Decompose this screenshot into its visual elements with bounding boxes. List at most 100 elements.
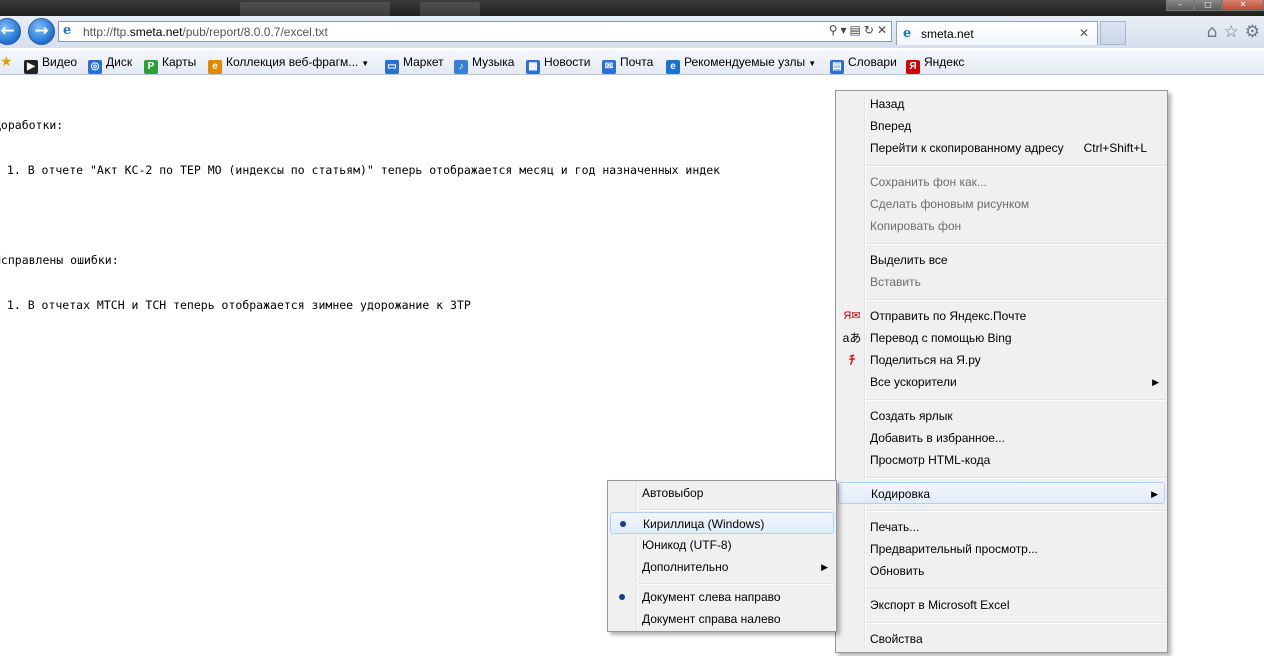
maps-icon: P xyxy=(144,60,158,74)
menu-item-add-to-favorites[interactable]: Добавить в избранное... xyxy=(838,427,1165,449)
menu-item-send-yandex-mail[interactable]: Я✉ Отправить по Яндекс.Почте xyxy=(838,305,1165,327)
menu-item-unicode-utf8[interactable]: Юникод (UTF-8) xyxy=(610,534,834,556)
yandex-mail-icon: Я✉ xyxy=(843,310,861,322)
page-content: Доработки: 1. В отчете "Акт КС-2 по ТЕР … xyxy=(0,88,720,328)
menu-item-print-preview[interactable]: Предварительный просмотр... xyxy=(838,538,1165,560)
menu-item-rtl[interactable]: Документ справа налево xyxy=(610,608,834,630)
market-icon: ▭ xyxy=(385,60,399,74)
fav-item-market[interactable]: ▭ Маркет xyxy=(385,55,444,74)
menu-item-set-background: Сделать фоновым рисунком xyxy=(870,197,1030,211)
favorites-bar: ★ ▶ Видео ◎ Диск P Карты e Коллекция веб-фра… xyxy=(0,50,1264,75)
menu-item-export-excel[interactable]: Экспорт в Microsoft Excel xyxy=(838,594,1165,616)
home-icon[interactable]: ⌂ xyxy=(1207,22,1218,42)
menu-separator xyxy=(866,510,1165,512)
menu-item-properties[interactable]: Свойства xyxy=(838,628,1165,650)
news-icon: ▦ xyxy=(526,60,540,74)
menu-item-all-accelerators[interactable]: Все ускорители ▶ xyxy=(838,371,1165,393)
disk-icon: ◎ xyxy=(88,60,102,74)
menu-item-select-all[interactable]: Выделить все xyxy=(838,249,1165,271)
address-url[interactable]: http://ftp.smeta.net/pub/report/8.0.0.7/… xyxy=(83,25,328,39)
menu-item-ltr[interactable]: Документ слева направо xyxy=(610,586,834,608)
web-slice-icon: e xyxy=(208,60,222,74)
mail-icon: ✉ xyxy=(602,60,616,74)
fav-item-suggested-sites[interactable]: e Рекомендуемые узлы ▼ xyxy=(666,55,816,74)
close-window-button[interactable]: ✕ xyxy=(1222,0,1264,11)
submenu-arrow-icon: ▶ xyxy=(1152,377,1159,387)
shortcut-label: Ctrl+Shift+L xyxy=(1083,141,1147,155)
menu-item-refresh[interactable]: Обновить xyxy=(838,560,1165,582)
ie-tab-icon: e xyxy=(903,26,912,41)
menu-item-copy-background: Копировать фон xyxy=(870,219,962,233)
submenu-arrow-icon: ▶ xyxy=(821,562,828,572)
dropdown-arrow-icon[interactable]: ▼ xyxy=(808,59,816,68)
menu-separator xyxy=(866,399,1165,401)
address-bar[interactable]: e http://ftp.smeta.net/pub/report/8.0.0.… xyxy=(58,21,892,42)
background-window-ghost xyxy=(420,2,480,16)
text-line: Исправлены ошибки: xyxy=(0,253,119,267)
menu-separator xyxy=(638,583,834,585)
menu-item-paste: Вставить xyxy=(870,275,921,289)
menu-item-auto-select[interactable]: Автовыбор xyxy=(610,482,834,504)
menu-separator xyxy=(866,243,1165,245)
back-button[interactable]: ← xyxy=(0,18,21,45)
submenu-arrow-icon: ▶ xyxy=(1151,489,1158,499)
encoding-submenu: Автовыбор Кириллица (Windows) Юникод (UT… xyxy=(607,480,837,632)
dropdown-arrow-icon[interactable]: ▼ xyxy=(361,59,369,68)
menu-separator xyxy=(866,165,1165,167)
fav-item-web-slices[interactable]: e Коллекция веб-фрагм... ▼ xyxy=(208,55,369,74)
menu-item-encoding[interactable]: Кодировка ▶ xyxy=(838,482,1165,504)
text-line: Доработки: xyxy=(0,118,64,132)
menu-item-translate-bing[interactable]: aあ Перевод с помощью Bing xyxy=(838,327,1165,349)
navigation-bar: ← → e http://ftp.smeta.net/pub/report/8.… xyxy=(0,16,1264,48)
menu-separator xyxy=(638,509,834,511)
radio-selected-icon xyxy=(620,521,626,527)
maximize-button[interactable]: □ xyxy=(1194,0,1222,11)
menu-item-cyrillic-windows[interactable]: Кириллица (Windows) xyxy=(610,512,834,534)
search-icon[interactable]: ⚲ xyxy=(829,23,838,37)
text-line: 1. В отчете "Акт КС-2 по ТЕР МО (индексы… xyxy=(0,163,721,177)
fav-item-disk[interactable]: ◎ Диск xyxy=(88,55,132,74)
menu-item-forward[interactable]: Вперед xyxy=(838,115,1165,137)
context-menu: Назад Вперед Перейти к скопированному ад… xyxy=(835,90,1168,653)
stop-icon[interactable]: ✕ xyxy=(877,23,887,37)
close-tab-icon[interactable]: ✕ xyxy=(1079,26,1089,40)
tab-smeta[interactable]: e smeta.net ✕ xyxy=(896,21,1098,45)
window-controls: – □ ✕ xyxy=(1166,0,1264,11)
text-line: 1. В отчетах МТСН и ТСН теперь отображае… xyxy=(0,298,471,312)
fav-item-mail[interactable]: ✉ Почта xyxy=(602,55,653,74)
radio-selected-icon xyxy=(619,594,625,600)
refresh-icon[interactable]: ↻ xyxy=(864,23,874,37)
fav-item-news[interactable]: ▦ Новости xyxy=(526,55,590,74)
menu-item-view-source[interactable]: Просмотр HTML-кода xyxy=(838,449,1165,471)
fav-item-music[interactable]: ♪ Музыка xyxy=(454,55,514,74)
video-play-icon: ▶ xyxy=(24,60,38,74)
compatibility-view-icon[interactable]: ▤ xyxy=(850,23,861,37)
minimize-button[interactable]: – xyxy=(1166,0,1194,11)
menu-item-goto-copied-address[interactable]: Перейти к скопированному адресу Ctrl+Shif… xyxy=(838,137,1165,159)
dropdown-arrow-icon[interactable]: ▾ xyxy=(841,23,847,37)
ya-ru-icon: ﾁ xyxy=(848,353,855,367)
menu-separator xyxy=(866,477,1165,479)
fav-item-video[interactable]: ▶ Видео xyxy=(24,55,77,74)
menu-item-print[interactable]: Печать... xyxy=(838,516,1165,538)
menu-item-back[interactable]: Назад xyxy=(838,93,1165,115)
favorites-add-icon[interactable]: ★ xyxy=(0,53,13,70)
forward-button[interactable]: → xyxy=(28,18,55,45)
tab-title: smeta.net xyxy=(921,27,974,41)
ie-page-icon: e xyxy=(63,23,72,38)
yandex-icon: Я xyxy=(906,60,920,74)
menu-separator xyxy=(866,622,1165,624)
menu-item-save-background: Сохранить фон как... xyxy=(870,175,987,189)
menu-item-share-ya-ru[interactable]: ﾁ Поделиться на Я.ру xyxy=(838,349,1165,371)
tools-gear-icon[interactable]: ⚙ xyxy=(1245,22,1260,42)
background-window-ghost xyxy=(240,2,390,16)
fav-item-maps[interactable]: P Карты xyxy=(144,55,196,74)
new-tab-button[interactable] xyxy=(1100,21,1126,45)
fav-item-dictionaries[interactable]: ▤ Словари xyxy=(830,55,897,74)
favorites-star-icon[interactable]: ☆ xyxy=(1224,22,1239,42)
command-icons: ⌂ ☆ ⚙ xyxy=(1207,22,1260,42)
menu-item-more-encodings[interactable]: Дополнительно ▶ xyxy=(610,556,834,578)
fav-item-yandex[interactable]: Я Яндекс xyxy=(906,55,964,74)
menu-item-create-shortcut[interactable]: Создать ярлык xyxy=(838,405,1165,427)
